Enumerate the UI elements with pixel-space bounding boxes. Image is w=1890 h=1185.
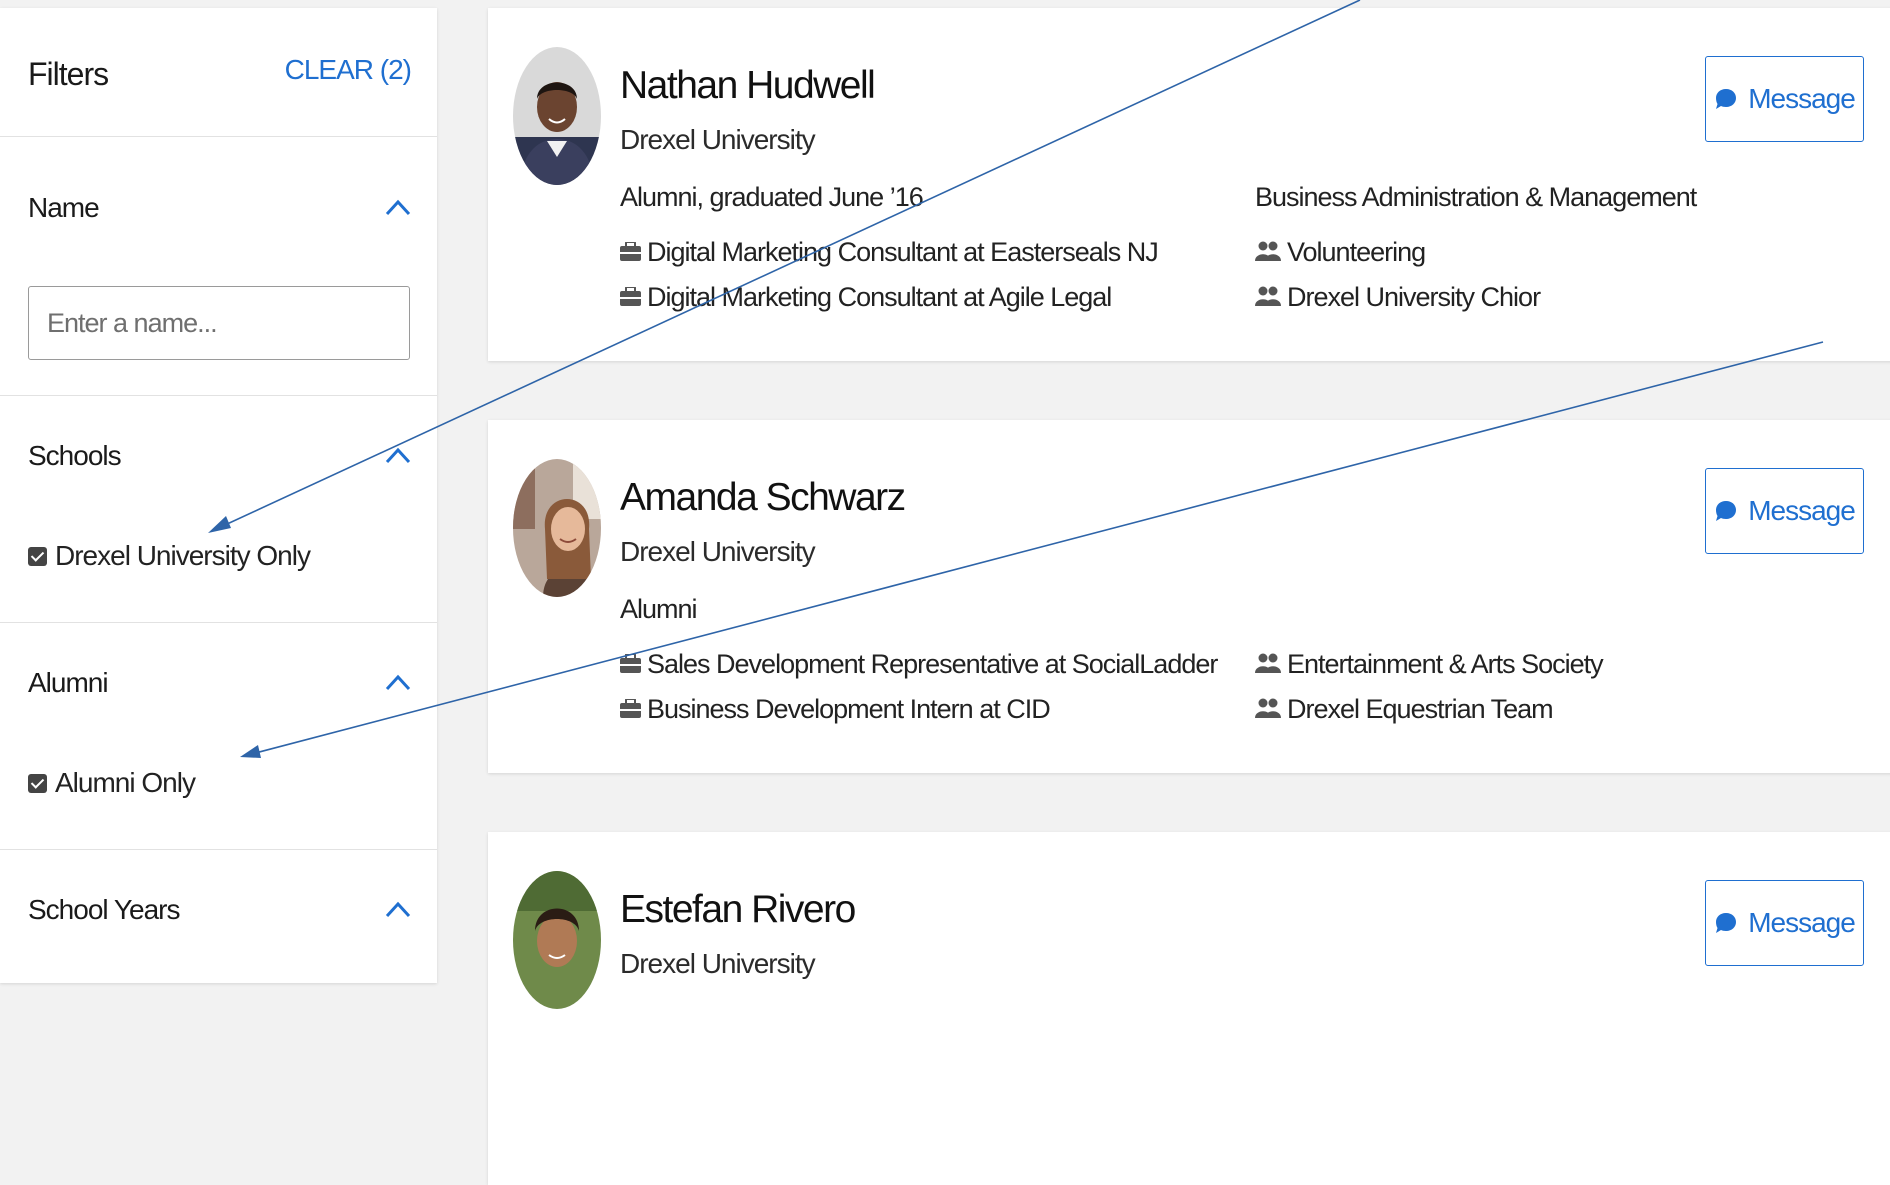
name-filter-title: Name	[28, 192, 100, 223]
avatar[interactable]	[513, 871, 601, 1009]
chevron-up-icon[interactable]	[385, 673, 411, 691]
group-label: Drexel Equestrian Team	[1287, 694, 1554, 724]
alumni-only-label: Alumni Only	[55, 767, 196, 798]
drexel-only-checkbox[interactable]	[28, 546, 47, 566]
chat-bubble-icon	[1716, 89, 1737, 109]
briefcase-icon	[620, 649, 641, 680]
person-school: Drexel University	[620, 948, 816, 979]
avatar[interactable]	[513, 459, 601, 597]
name-filter-section: Name	[0, 137, 437, 396]
people-group-icon	[1255, 694, 1281, 725]
job-label: Digital Marketing Consultant at Agile Le…	[647, 282, 1112, 312]
people-group-icon	[1255, 282, 1281, 313]
group-label: Entertainment & Arts Society	[1287, 649, 1604, 679]
chevron-up-icon[interactable]	[385, 900, 411, 918]
chevron-up-icon[interactable]	[385, 198, 411, 216]
message-label: Message	[1748, 495, 1856, 526]
person-status: Alumni	[620, 594, 698, 624]
alumni-filter-section: Alumni Alumni Only	[0, 623, 437, 850]
name-search-input[interactable]	[28, 286, 410, 360]
people-group-icon	[1255, 649, 1281, 680]
job-label: Digital Marketing Consultant at Easterse…	[647, 237, 1159, 267]
message-label: Message	[1748, 83, 1856, 114]
avatar[interactable]	[513, 47, 601, 185]
group-label: Drexel University Chior	[1287, 282, 1541, 312]
briefcase-icon	[620, 282, 641, 313]
drexel-only-label: Drexel University Only	[55, 540, 311, 571]
school-years-filter-section: School Years	[0, 850, 437, 1000]
person-major: Business Administration & Management	[1255, 182, 1697, 212]
person-school: Drexel University	[620, 536, 816, 567]
alumni-only-checkbox[interactable]	[28, 773, 47, 793]
job-label: Business Development Intern at CID	[647, 694, 1051, 724]
job-item: Digital Marketing Consultant at Agile Le…	[620, 282, 1112, 313]
person-name[interactable]: Estefan Rivero	[620, 888, 856, 932]
schools-filter-section: Schools Drexel University Only	[0, 396, 437, 623]
job-item: Sales Development Representative at Soci…	[620, 649, 1218, 680]
job-label: Sales Development Representative at Soci…	[647, 649, 1218, 679]
briefcase-icon	[620, 694, 641, 725]
person-card: Nathan Hudwell Drexel University Alumni,…	[488, 8, 1890, 361]
people-group-icon	[1255, 237, 1281, 268]
message-button[interactable]: Message	[1705, 880, 1864, 966]
briefcase-icon	[620, 237, 641, 268]
job-item: Digital Marketing Consultant at Easterse…	[620, 237, 1159, 268]
person-card: Amanda Schwarz Drexel University Alumni …	[488, 420, 1890, 773]
alumni-filter-title: Alumni	[28, 667, 109, 698]
message-button[interactable]: Message	[1705, 468, 1864, 554]
group-item: Entertainment & Arts Society	[1255, 649, 1604, 680]
person-card: Estefan Rivero Drexel University Message	[488, 832, 1890, 1185]
person-name[interactable]: Amanda Schwarz	[620, 476, 906, 520]
group-item: Drexel University Chior	[1255, 282, 1541, 313]
filters-title: Filters	[28, 56, 109, 92]
chat-bubble-icon	[1716, 913, 1737, 933]
chevron-up-icon[interactable]	[385, 446, 411, 464]
job-item: Business Development Intern at CID	[620, 694, 1051, 725]
person-name[interactable]: Nathan Hudwell	[620, 64, 876, 108]
group-item: Volunteering	[1255, 237, 1426, 268]
person-school: Drexel University	[620, 124, 816, 155]
message-button[interactable]: Message	[1705, 56, 1864, 142]
drexel-only-checkbox-row[interactable]: Drexel University Only	[28, 540, 311, 572]
message-label: Message	[1748, 907, 1856, 938]
schools-filter-title: Schools	[28, 440, 122, 471]
filters-sidebar: Filters CLEAR (2) Name Schools Drexel Un…	[0, 8, 437, 983]
group-label: Volunteering	[1287, 237, 1426, 267]
person-status: Alumni, graduated June ’16	[620, 182, 924, 212]
group-item: Drexel Equestrian Team	[1255, 694, 1554, 725]
chat-bubble-icon	[1716, 501, 1737, 521]
clear-filters-button[interactable]: CLEAR (2)	[285, 54, 412, 86]
alumni-only-checkbox-row[interactable]: Alumni Only	[28, 767, 196, 799]
school-years-filter-title: School Years	[28, 894, 180, 925]
filters-header: Filters CLEAR (2)	[0, 8, 437, 137]
